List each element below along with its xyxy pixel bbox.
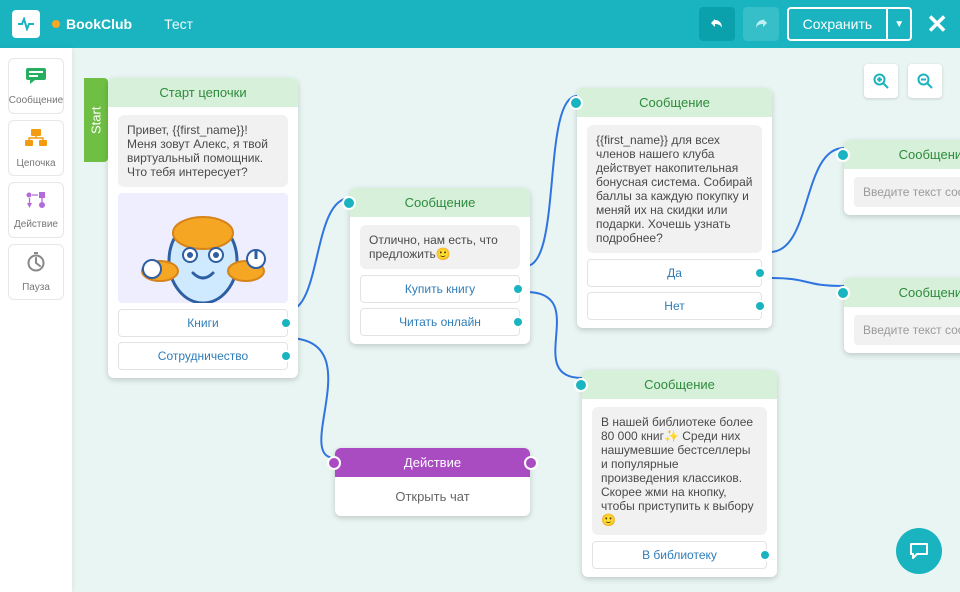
chat-help-icon bbox=[908, 540, 930, 562]
node-start-title: Старт цепочки bbox=[108, 78, 298, 107]
port-out-icon[interactable] bbox=[759, 549, 771, 561]
message-icon bbox=[25, 67, 47, 91]
node-msg2-opt-yes[interactable]: Да bbox=[587, 259, 762, 287]
breadcrumb-project[interactable]: BookClub bbox=[52, 16, 132, 32]
palette-pause-label: Пауза bbox=[22, 282, 50, 293]
robot-illustration-icon bbox=[118, 193, 288, 303]
node-msg5-placeholder[interactable]: Введите текст сообщен bbox=[854, 315, 960, 345]
node-msg3-opt-library[interactable]: В библиотеку bbox=[592, 541, 767, 569]
palette-message[interactable]: Сообщение bbox=[8, 58, 64, 114]
node-msg5[interactable]: Сообщение Введите текст сообщен bbox=[844, 278, 960, 353]
top-bar: BookClub Тест Сохранить ▼ ✕ bbox=[0, 0, 960, 48]
node-msg3-title: Сообщение bbox=[582, 370, 777, 399]
port-out-icon[interactable] bbox=[512, 283, 524, 295]
chain-icon bbox=[24, 128, 48, 154]
save-button[interactable]: Сохранить bbox=[789, 9, 887, 39]
node-start[interactable]: Старт цепочки Привет, {{first_name}}! Ме… bbox=[108, 78, 298, 378]
palette-chain-label: Цепочка bbox=[16, 158, 55, 169]
node-msg1-title: Сообщение bbox=[350, 188, 530, 217]
help-button[interactable] bbox=[896, 528, 942, 574]
node-msg4-placeholder[interactable]: Введите текст сообщен bbox=[854, 177, 960, 207]
node-start-image bbox=[118, 193, 288, 303]
save-dropdown[interactable]: ▼ bbox=[886, 9, 910, 39]
port-out-icon[interactable] bbox=[524, 456, 538, 470]
port-out-icon[interactable] bbox=[754, 300, 766, 312]
node-msg3-text: В нашей библиотеке более 80 000 книг✨ Ср… bbox=[592, 407, 767, 535]
node-msg2-text: {{first_name}} для всех членов нашего кл… bbox=[587, 125, 762, 253]
undo-button[interactable] bbox=[699, 7, 735, 41]
zoom-controls bbox=[864, 64, 942, 98]
tool-palette: Сообщение Цепочка Действие Пауза bbox=[0, 48, 72, 592]
palette-action[interactable]: Действие bbox=[8, 182, 64, 238]
node-start-opt-partner[interactable]: Сотрудничество bbox=[118, 342, 288, 370]
node-msg2-title: Сообщение bbox=[577, 88, 772, 117]
node-start-text: Привет, {{first_name}}! Меня зовут Алекс… bbox=[118, 115, 288, 187]
start-tab[interactable]: Start bbox=[84, 78, 108, 162]
port-in-icon[interactable] bbox=[569, 96, 583, 110]
node-action-title: Действие bbox=[335, 448, 530, 477]
node-action[interactable]: Действие Открыть чат bbox=[335, 448, 530, 516]
pause-icon bbox=[26, 252, 46, 278]
node-start-opt-books[interactable]: Книги bbox=[118, 309, 288, 337]
save-button-group: Сохранить ▼ bbox=[787, 7, 913, 41]
node-msg5-title: Сообщение bbox=[844, 278, 960, 307]
port-in-icon[interactable] bbox=[342, 196, 356, 210]
action-icon bbox=[25, 191, 47, 215]
project-name: BookClub bbox=[66, 16, 132, 32]
node-msg3[interactable]: Сообщение В нашей библиотеке более 80 00… bbox=[582, 370, 777, 577]
close-button[interactable]: ✕ bbox=[926, 9, 948, 40]
node-msg4[interactable]: Сообщение Введите текст сообщен bbox=[844, 140, 960, 215]
port-in-icon[interactable] bbox=[327, 456, 341, 470]
node-msg1[interactable]: Сообщение Отлично, нам есть, что предлож… bbox=[350, 188, 530, 344]
palette-action-label: Действие bbox=[14, 219, 58, 230]
node-msg2-opt-no[interactable]: Нет bbox=[587, 292, 762, 320]
port-out-icon[interactable] bbox=[754, 267, 766, 279]
node-msg4-title: Сообщение bbox=[844, 140, 960, 169]
port-out-icon[interactable] bbox=[280, 317, 292, 329]
node-msg2[interactable]: Сообщение {{first_name}} для всех членов… bbox=[577, 88, 772, 328]
port-out-icon[interactable] bbox=[280, 350, 292, 362]
node-action-text: Открыть чат bbox=[335, 477, 530, 516]
node-msg1-opt-buy[interactable]: Купить книгу bbox=[360, 275, 520, 303]
palette-message-label: Сообщение bbox=[9, 95, 63, 106]
node-msg1-text: Отлично, нам есть, что предложить🙂 bbox=[360, 225, 520, 269]
port-in-icon[interactable] bbox=[574, 378, 588, 392]
zoom-out-button[interactable] bbox=[908, 64, 942, 98]
app-logo[interactable] bbox=[12, 10, 40, 38]
port-in-icon[interactable] bbox=[836, 286, 850, 300]
palette-pause[interactable]: Пауза bbox=[8, 244, 64, 300]
redo-button[interactable] bbox=[743, 7, 779, 41]
unsaved-dot-icon bbox=[52, 20, 60, 28]
flow-canvas[interactable]: Start Старт цепочки Привет, {{first_name… bbox=[72, 48, 960, 592]
palette-chain[interactable]: Цепочка bbox=[8, 120, 64, 176]
port-in-icon[interactable] bbox=[836, 148, 850, 162]
port-out-icon[interactable] bbox=[512, 316, 524, 328]
breadcrumb-page[interactable]: Тест bbox=[164, 16, 193, 32]
node-msg1-opt-read[interactable]: Читать онлайн bbox=[360, 308, 520, 336]
zoom-in-button[interactable] bbox=[864, 64, 898, 98]
